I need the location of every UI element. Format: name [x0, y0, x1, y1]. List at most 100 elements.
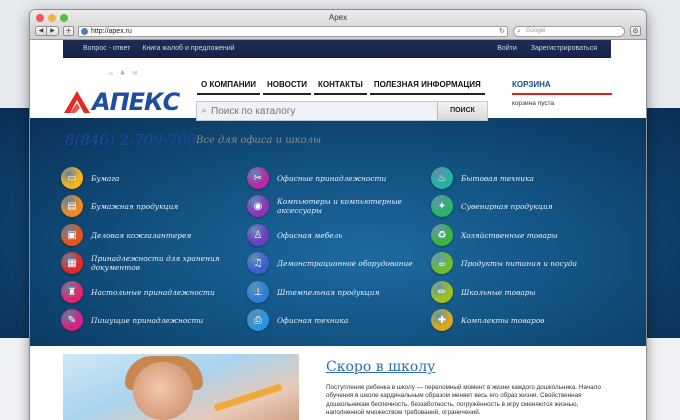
header-mini-icons: ⌂ ♣ ✉ [109, 70, 137, 77]
reload-icon[interactable]: ↻ [499, 27, 505, 36]
forward-button[interactable]: ▶ [47, 26, 59, 36]
category-item[interactable]: ✏ Школьные товары [431, 281, 611, 303]
catalog-search: ⌕ ПОИСК [196, 101, 488, 121]
notebook-icon: ▤ [61, 195, 83, 217]
briefcase-icon: ▣ [61, 224, 83, 246]
category-item[interactable]: ✦ Сувенирная продукция [431, 195, 611, 217]
logo-text: АПЕКС [92, 88, 180, 116]
window-title: Apex [328, 13, 348, 22]
pen-icon: ✎ [61, 309, 83, 331]
add-bookmark-button[interactable]: + [63, 26, 74, 36]
browser-titlebar: Apex ◀ ▶ + http://apex.ru ↻ ⌕ Google ⚙ [30, 10, 646, 40]
cart-divider [512, 93, 612, 95]
mouse-icon: ◉ [247, 195, 269, 217]
gift-icon: ✦ [431, 195, 453, 217]
browser-search-placeholder: Google [526, 28, 546, 34]
menu-item-contacts[interactable]: КОНТАКТЫ [314, 80, 367, 95]
desk-organizer-icon: ♜ [61, 281, 83, 303]
mail-icon[interactable]: ✉ [132, 70, 137, 77]
sitemap-icon[interactable]: ♣ [120, 70, 125, 77]
category-item[interactable]: ♫ Демонстрационное оборудование [247, 252, 427, 274]
login-link[interactable]: Войти [497, 45, 517, 52]
category-label: Принадлежности для хранения документов [91, 254, 220, 272]
top-nav-bar: Вопрос - ответ Книга жалоб и предложений… [63, 40, 611, 58]
category-label: Настольные принадлежности [91, 287, 215, 297]
promo-text: Поступление ребенка в школу — переломный… [326, 384, 601, 417]
menu-item-about[interactable]: О КОМПАНИИ [197, 80, 261, 95]
category-item[interactable]: ♻ Хозяйственные товары [431, 224, 611, 246]
category-item[interactable]: ✎ Пишущие принадлежности [61, 309, 241, 331]
category-label: Бумага [91, 173, 120, 183]
history-buttons: ◀ ▶ [35, 26, 59, 36]
logo-mark-icon [64, 91, 90, 113]
scissors-icon: ✂ [247, 167, 269, 189]
favicon-icon [81, 28, 88, 35]
category-item[interactable]: ☕ Продукты питания и посуда [431, 252, 611, 274]
complaints-link[interactable]: Книга жалоб и предложений [142, 45, 234, 52]
category-item[interactable]: ▭ Бумага [61, 167, 241, 189]
category-label: Деловая кожгалантерея [91, 230, 192, 240]
gear-icon[interactable]: ⚙ [630, 26, 641, 36]
main-menu: О КОМПАНИИ НОВОСТИ КОНТАКТЫ ПОЛЕЗНАЯ ИНФ… [197, 80, 488, 95]
category-item[interactable]: ✂ Офисные принадлежности [247, 167, 427, 189]
category-item[interactable]: ▣ Деловая кожгалантерея [61, 224, 241, 246]
category-item[interactable]: ♙ Офисная мебель [247, 224, 427, 246]
cleaning-icon: ♻ [431, 224, 453, 246]
menu-item-useful-info[interactable]: ПОЛЕЗНАЯ ИНФОРМАЦИЯ [369, 80, 485, 95]
category-label: Демонстрационное оборудование [277, 258, 413, 268]
back-button[interactable]: ◀ [35, 26, 47, 36]
school-icon: ✏ [431, 281, 453, 303]
kettle-icon: ♨ [431, 167, 453, 189]
search-icon: ⌕ [201, 106, 207, 116]
category-grid: ▭ Бумага ▤ Бумажная продукция ▣ Деловая кожга… [30, 160, 646, 340]
category-item[interactable]: ⎙ Офисная техника [247, 309, 427, 331]
category-label: Школьные товары [461, 287, 536, 297]
site-logo[interactable]: АПЕКС [64, 88, 180, 116]
menu-item-news[interactable]: НОВОСТИ [263, 80, 312, 95]
category-label: Офисная мебель [277, 230, 343, 240]
category-item[interactable]: ◉ Компьютеры и компьютерные аксессуары [247, 195, 427, 217]
category-item[interactable]: ⊥ Штемпельная продукция [247, 281, 427, 303]
faq-link[interactable]: Вопрос - ответ [83, 45, 130, 52]
paper-icon: ▭ [61, 167, 83, 189]
category-item[interactable]: ♨ Бытовая техника [431, 167, 611, 189]
category-label: Офисные принадлежности [277, 173, 387, 183]
folder-icon: ▦ [61, 252, 83, 274]
promo-image[interactable] [63, 354, 299, 420]
category-label: Комплекты товаров [461, 315, 545, 325]
home-icon[interactable]: ⌂ [109, 70, 113, 77]
category-label: Штемпельная продукция [277, 287, 380, 297]
search-icon: ⌕ [517, 28, 521, 35]
category-label: Компьютеры и компьютерные аксессуары [277, 197, 402, 215]
category-item[interactable]: ♜ Настольные принадлежности [61, 281, 241, 303]
category-item[interactable]: ✚ Комплекты товаров [431, 309, 611, 331]
printer-icon: ⎙ [247, 309, 269, 331]
category-label: Пишущие принадлежности [91, 315, 204, 325]
category-label: Бытовая техника [461, 173, 534, 183]
page-viewport: Вопрос - ответ Книга жалоб и предложений… [30, 40, 646, 420]
promo-block: Скоро в школу Поступление ребенка в школ… [63, 354, 613, 420]
address-text: http://apex.ru [91, 28, 132, 35]
search-button[interactable]: ПОИСК [437, 102, 487, 120]
kit-icon: ✚ [431, 309, 453, 331]
category-item[interactable]: ▦ Принадлежности для хранения документов [61, 252, 241, 274]
register-link[interactable]: Зарегистрироваться [531, 45, 597, 52]
slogan: Все для офиса и школы [196, 135, 322, 146]
stamp-icon: ⊥ [247, 281, 269, 303]
chair-icon: ♙ [247, 224, 269, 246]
category-label: Продукты питания и посуда [461, 258, 578, 268]
address-bar[interactable]: http://apex.ru ↻ [78, 26, 508, 37]
category-label: Сувенирная продукция [461, 201, 553, 211]
promo-title[interactable]: Скоро в школу [326, 359, 435, 375]
category-label: Офисная техника [277, 315, 349, 325]
category-label: Бумажная продукция [91, 201, 179, 211]
catalog-search-input[interactable] [211, 102, 437, 120]
microphone-icon: ♫ [247, 252, 269, 274]
cup-icon: ☕ [431, 252, 453, 274]
browser-search-field[interactable]: ⌕ Google [513, 26, 625, 37]
cart-widget[interactable]: КОРЗИНА корзина пуста [512, 80, 612, 107]
category-label: Хозяйственные товары [461, 230, 558, 240]
browser-window: Apex ◀ ▶ + http://apex.ru ↻ ⌕ Google ⚙ В… [30, 10, 646, 420]
cart-title[interactable]: КОРЗИНА [512, 80, 612, 89]
category-item[interactable]: ▤ Бумажная продукция [61, 195, 241, 217]
